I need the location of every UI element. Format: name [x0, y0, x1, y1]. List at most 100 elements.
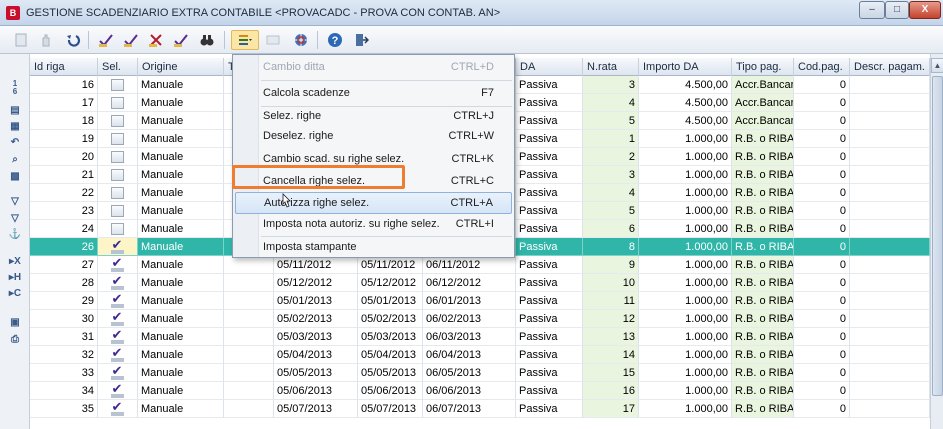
grid-cell-origine[interactable]: Manuale [138, 202, 224, 220]
grid-cell-origine[interactable]: Manuale [138, 400, 224, 418]
grid-cell-origine[interactable]: Manuale [138, 94, 224, 112]
filter-icon[interactable]: ▽ [7, 195, 23, 209]
selection-checkbox[interactable] [98, 220, 138, 238]
grid-cell-importo[interactable]: 1.000,00 [639, 364, 732, 382]
column-header[interactable]: N.rata [583, 58, 639, 76]
grid-cell-da[interactable]: Passiva [516, 346, 583, 364]
table-row[interactable]: 33Manuale05/05/201305/05/201306/05/2013P… [30, 364, 930, 382]
unchecked-icon[interactable] [111, 187, 124, 199]
grid-cell-d1[interactable]: 05/05/2013 [274, 364, 358, 382]
column-header[interactable]: Id riga [30, 58, 98, 76]
table-row[interactable]: 34Manuale05/06/201305/06/201306/06/2013P… [30, 382, 930, 400]
grid-cell[interactable] [850, 112, 930, 130]
unchecked-icon[interactable] [111, 205, 124, 217]
grid-cell-origine[interactable]: Manuale [138, 130, 224, 148]
grid-cell[interactable] [224, 364, 274, 382]
grid-cell[interactable] [224, 292, 274, 310]
grid-cell-id[interactable]: 20 [30, 148, 98, 166]
table-row[interactable]: 29Manuale05/01/201305/01/201306/01/2013P… [30, 292, 930, 310]
grid-cell-cod[interactable]: 0 [794, 76, 850, 94]
grid-cell-cod[interactable]: 0 [794, 400, 850, 418]
column-header[interactable]: Cod.pag. [794, 58, 850, 76]
unchecked-icon[interactable] [111, 223, 124, 235]
grid-cell[interactable] [224, 274, 274, 292]
selection-checkbox[interactable] [98, 346, 138, 364]
grid-cell-id[interactable]: 16 [30, 76, 98, 94]
grid-cell-origine[interactable]: Manuale [138, 166, 224, 184]
grid-cell-tipo[interactable]: R.B. o RIBA [732, 130, 794, 148]
grid-cell[interactable] [850, 400, 930, 418]
selection-checkbox[interactable] [98, 400, 138, 418]
grid-cell-id[interactable]: 27 [30, 256, 98, 274]
grid-cell-da[interactable]: Passiva [516, 148, 583, 166]
grid-cell-d3[interactable]: 06/04/2013 [423, 346, 516, 364]
grid-cell-nrata[interactable]: 9 [583, 256, 639, 274]
grid-cell-id[interactable]: 18 [30, 112, 98, 130]
grid-cell-cod[interactable]: 0 [794, 112, 850, 130]
minimize-button[interactable]: – [859, 1, 885, 19]
grid-cell-importo[interactable]: 1.000,00 [639, 148, 732, 166]
table-row[interactable]: 35Manuale05/07/201305/07/201306/07/2013P… [30, 400, 930, 418]
export-x-icon[interactable]: ▸X [7, 255, 23, 269]
grid-cell[interactable] [850, 94, 930, 112]
grid-cell-cod[interactable]: 0 [794, 328, 850, 346]
grid-cell-tipo[interactable]: R.B. o RIBA [732, 166, 794, 184]
grid-cell-d1[interactable]: 05/01/2013 [274, 292, 358, 310]
anchor-icon[interactable]: ⚓ [7, 228, 23, 242]
grid-cell-nrata[interactable]: 8 [583, 238, 639, 256]
grid-cell-origine[interactable]: Manuale [138, 364, 224, 382]
grid-cell-cod[interactable]: 0 [794, 292, 850, 310]
grid-cell-id[interactable]: 34 [30, 382, 98, 400]
grid-icon-1[interactable]: ▤ [7, 104, 23, 118]
grid-cell[interactable] [850, 166, 930, 184]
grid-icon-2[interactable]: ▦ [7, 120, 23, 134]
grid-cell-tipo[interactable]: R.B. o RIBA [732, 256, 794, 274]
grid-cell-da[interactable]: Passiva [516, 166, 583, 184]
grid-cell-da[interactable]: Passiva [516, 382, 583, 400]
grid-cell-tipo[interactable]: R.B. o RIBA [732, 184, 794, 202]
grid-cell-nrata[interactable]: 12 [583, 310, 639, 328]
grid-cell-id[interactable]: 24 [30, 220, 98, 238]
grid-cell-nrata[interactable]: 15 [583, 364, 639, 382]
selection-checkbox[interactable] [98, 76, 138, 94]
grid-cell-importo[interactable]: 1.000,00 [639, 238, 732, 256]
operations-menu-icon[interactable] [231, 30, 259, 50]
grid-cell-importo[interactable]: 1.000,00 [639, 382, 732, 400]
grid-cell[interactable] [850, 148, 930, 166]
grid-cell[interactable] [224, 346, 274, 364]
grid-cell-importo[interactable]: 1.000,00 [639, 220, 732, 238]
selection-checkbox[interactable] [98, 94, 138, 112]
print-icon[interactable]: ⎙ [7, 333, 23, 347]
unchecked-icon[interactable] [111, 97, 124, 109]
calc-icon[interactable]: ▩ [7, 170, 23, 184]
zoom-icon[interactable]: ⌕ [7, 153, 23, 167]
grid-cell-nrata[interactable]: 5 [583, 112, 639, 130]
menu-item[interactable]: Autorizza righe selez. CTRL+A [235, 192, 512, 214]
undo-icon[interactable] [62, 30, 84, 50]
export-h-icon[interactable]: ▸H [7, 271, 23, 285]
binoculars-icon[interactable] [196, 30, 218, 50]
grid-cell-d3[interactable]: 06/12/2012 [423, 274, 516, 292]
scroll-thumb[interactable] [932, 76, 943, 396]
grid-cell-da[interactable]: Passiva [516, 328, 583, 346]
grid-cell-tipo[interactable]: Accr.Bancari [732, 112, 794, 130]
back-icon[interactable]: ↶ [7, 136, 23, 150]
grid-cell-nrata[interactable]: 14 [583, 346, 639, 364]
grid-cell-origine[interactable]: Manuale [138, 292, 224, 310]
grid-cell[interactable] [850, 364, 930, 382]
grid-cell-tipo[interactable]: Accr.Bancari [732, 94, 794, 112]
grid-cell-nrata[interactable]: 13 [583, 328, 639, 346]
selection-checkbox[interactable] [98, 256, 138, 274]
close-button[interactable]: X [909, 1, 941, 19]
grid-cell-id[interactable]: 35 [30, 400, 98, 418]
grid-cell-origine[interactable]: Manuale [138, 148, 224, 166]
grid-cell-importo[interactable]: 1.000,00 [639, 274, 732, 292]
column-header[interactable]: Descr. pagam. [850, 58, 930, 76]
grid-cell-id[interactable]: 22 [30, 184, 98, 202]
grid-cell-d1[interactable]: 05/03/2013 [274, 328, 358, 346]
grid-cell-importo[interactable]: 1.000,00 [639, 346, 732, 364]
grid-cell[interactable] [224, 328, 274, 346]
grid-cell-da[interactable]: Passiva [516, 112, 583, 130]
column-header[interactable]: Importo DA [639, 58, 732, 76]
grid-cell-d1[interactable]: 05/06/2013 [274, 382, 358, 400]
